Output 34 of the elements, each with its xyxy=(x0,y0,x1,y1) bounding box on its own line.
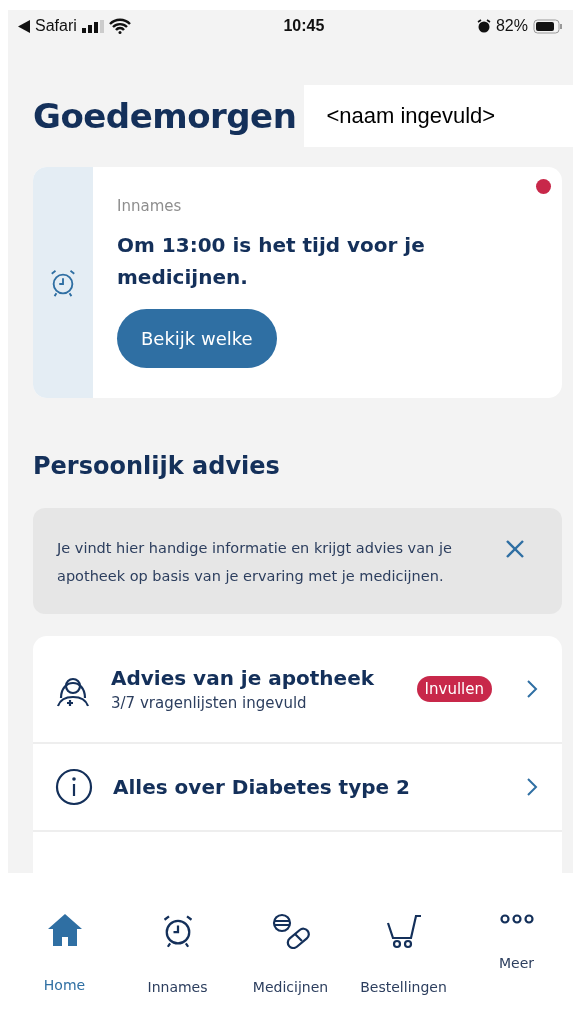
view-button[interactable]: Bekijk welke xyxy=(117,309,277,368)
name-label: <naam ingevuld> xyxy=(304,85,573,147)
greeting-title: Goedemorgen xyxy=(33,96,297,136)
alarm-status-icon xyxy=(476,19,491,33)
tab[interactable]: Bestellingen xyxy=(347,873,460,1010)
back-app-label[interactable]: Safari xyxy=(35,17,77,35)
wifi-icon xyxy=(108,18,131,34)
advice-list-item[interactable]: Advies van je apotheek 3/7 vragenlijsten ingevuld Invullen xyxy=(33,636,562,744)
reminder-message: Om 13:00 is het tijd voor je medicijnen. xyxy=(117,232,426,291)
tab[interactable]: Home xyxy=(8,873,121,1010)
item-title: Alles over Diabetes type 2 xyxy=(113,775,411,799)
signal-icon xyxy=(81,19,104,33)
more-icon xyxy=(499,913,534,925)
advice-list-item[interactable]: Alles over Diabetes type 2 xyxy=(33,744,562,832)
tab[interactable]: Medicijnen xyxy=(234,873,347,1010)
card-label: Innames xyxy=(117,197,182,215)
status-time: 10:45 xyxy=(283,17,325,35)
battery-icon xyxy=(533,18,563,34)
chevron-icon xyxy=(526,679,538,699)
status-badge: Invullen xyxy=(416,676,492,702)
chevron-icon xyxy=(526,777,538,797)
home-icon xyxy=(46,913,83,947)
tab[interactable]: Innames xyxy=(121,873,234,1010)
tab[interactable]: Meer xyxy=(460,873,573,1010)
section-title: Persoonlijk advies xyxy=(33,452,281,480)
battery-percentage: 82% xyxy=(495,17,528,35)
cart-icon xyxy=(385,913,422,949)
info-text: Je vindt hier handige informatie en krijgt advies van je apotheek op basis van je ervaring met je medicijnen. xyxy=(57,539,453,586)
pills-icon xyxy=(271,913,310,949)
item-title: Advies van je apotheek xyxy=(111,666,376,690)
info-icon xyxy=(55,768,93,806)
back-arrow-icon[interactable] xyxy=(18,19,30,33)
close-button[interactable] xyxy=(506,540,524,558)
item-subtitle: 3/7 vragenlijsten ingevuld xyxy=(111,694,308,712)
